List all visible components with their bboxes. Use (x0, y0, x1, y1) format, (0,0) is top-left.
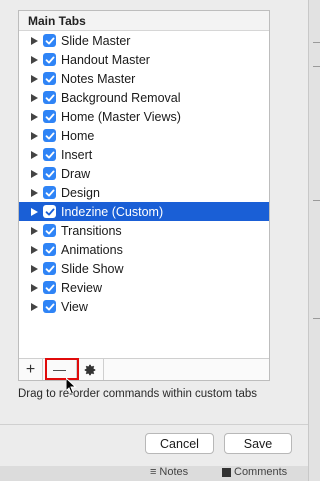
tab-label: Background Removal (61, 90, 181, 105)
customize-ribbon-dialog: Main Tabs Slide Master Handout Master Note… (0, 0, 308, 454)
comments-icon (222, 468, 231, 477)
checkbox[interactable] (43, 186, 56, 199)
tab-row[interactable]: Animations (19, 240, 269, 259)
tab-label: Notes Master (61, 71, 136, 86)
gear-icon (84, 364, 96, 375)
disclosure-triangle-icon[interactable] (31, 131, 38, 140)
main-tabs-panel: Main Tabs Slide Master Handout Master Note… (18, 10, 270, 381)
tab-row[interactable]: Slide Master (19, 31, 269, 50)
disclosure-triangle-icon[interactable] (31, 74, 38, 83)
disclosure-triangle-icon[interactable] (31, 112, 38, 121)
window-edge (308, 0, 320, 481)
checkbox[interactable] (43, 224, 56, 237)
tab-list: Slide Master Handout Master Notes Master Ba… (19, 31, 269, 359)
disclosure-triangle-icon[interactable] (31, 188, 38, 197)
checkbox[interactable] (43, 110, 56, 123)
disclosure-triangle-icon[interactable] (31, 302, 38, 311)
tab-label: Slide Master (61, 33, 131, 48)
tab-row[interactable]: Indezine (Custom) (19, 202, 269, 221)
disclosure-triangle-icon[interactable] (31, 169, 38, 178)
disclosure-triangle-icon[interactable] (31, 226, 38, 235)
checkbox[interactable] (43, 243, 56, 256)
tab-row[interactable]: Review (19, 278, 269, 297)
tab-label: Indezine (Custom) (61, 204, 164, 219)
add-button[interactable]: + (19, 359, 43, 380)
checkbox[interactable] (43, 91, 56, 104)
tab-row[interactable]: Notes Master (19, 69, 269, 88)
tab-row[interactable]: Background Removal (19, 88, 269, 107)
checkbox[interactable] (43, 281, 56, 294)
disclosure-triangle-icon[interactable] (31, 150, 38, 159)
checkbox[interactable] (43, 300, 56, 313)
disclosure-triangle-icon[interactable] (31, 93, 38, 102)
save-button[interactable]: Save (224, 433, 292, 454)
tab-label: Draw (61, 166, 91, 181)
tab-label: Handout Master (61, 52, 150, 67)
tab-row[interactable]: Handout Master (19, 50, 269, 69)
checkbox[interactable] (43, 72, 56, 85)
tab-label: Transitions (61, 223, 122, 238)
tab-label: Insert (61, 147, 93, 162)
disclosure-triangle-icon[interactable] (31, 36, 38, 45)
tab-label: View (61, 299, 88, 314)
checkbox[interactable] (43, 167, 56, 180)
disclosure-triangle-icon[interactable] (31, 55, 38, 64)
remove-button-highlight (45, 358, 79, 380)
tab-row[interactable]: Design (19, 183, 269, 202)
tab-row[interactable]: Transitions (19, 221, 269, 240)
tab-row[interactable]: Home (Master Views) (19, 107, 269, 126)
tab-label: Animations (61, 242, 123, 257)
disclosure-triangle-icon[interactable] (31, 283, 38, 292)
tab-label: Home (Master Views) (61, 109, 181, 124)
checkbox[interactable] (43, 53, 56, 66)
status-bar: ≡ Notes Comments (0, 466, 308, 481)
notes-icon: ≡ (150, 466, 157, 478)
disclosure-triangle-icon[interactable] (31, 264, 38, 273)
checkbox[interactable] (43, 148, 56, 161)
settings-button[interactable] (77, 359, 104, 380)
plus-icon: + (25, 360, 36, 378)
tab-label: Slide Show (61, 261, 124, 276)
tab-row[interactable]: Home (19, 126, 269, 145)
tab-row[interactable]: Insert (19, 145, 269, 164)
tab-row[interactable]: Slide Show (19, 259, 269, 278)
tab-label: Review (61, 280, 102, 295)
disclosure-triangle-icon[interactable] (31, 207, 38, 216)
checkbox[interactable] (43, 129, 56, 142)
panel-header: Main Tabs (19, 11, 269, 31)
disclosure-triangle-icon[interactable] (31, 245, 38, 254)
hint-text: Drag to re-order commands within custom … (18, 388, 258, 400)
checkbox[interactable] (43, 205, 56, 218)
tab-label: Design (61, 185, 100, 200)
tab-row[interactable]: Draw (19, 164, 269, 183)
tab-row[interactable]: View (19, 297, 269, 316)
comments-toggle[interactable]: Comments (222, 466, 287, 478)
tab-label: Home (61, 128, 95, 143)
checkbox[interactable] (43, 262, 56, 275)
checkbox[interactable] (43, 34, 56, 47)
notes-toggle[interactable]: ≡ Notes (150, 466, 188, 478)
cancel-button[interactable]: Cancel (145, 433, 214, 454)
